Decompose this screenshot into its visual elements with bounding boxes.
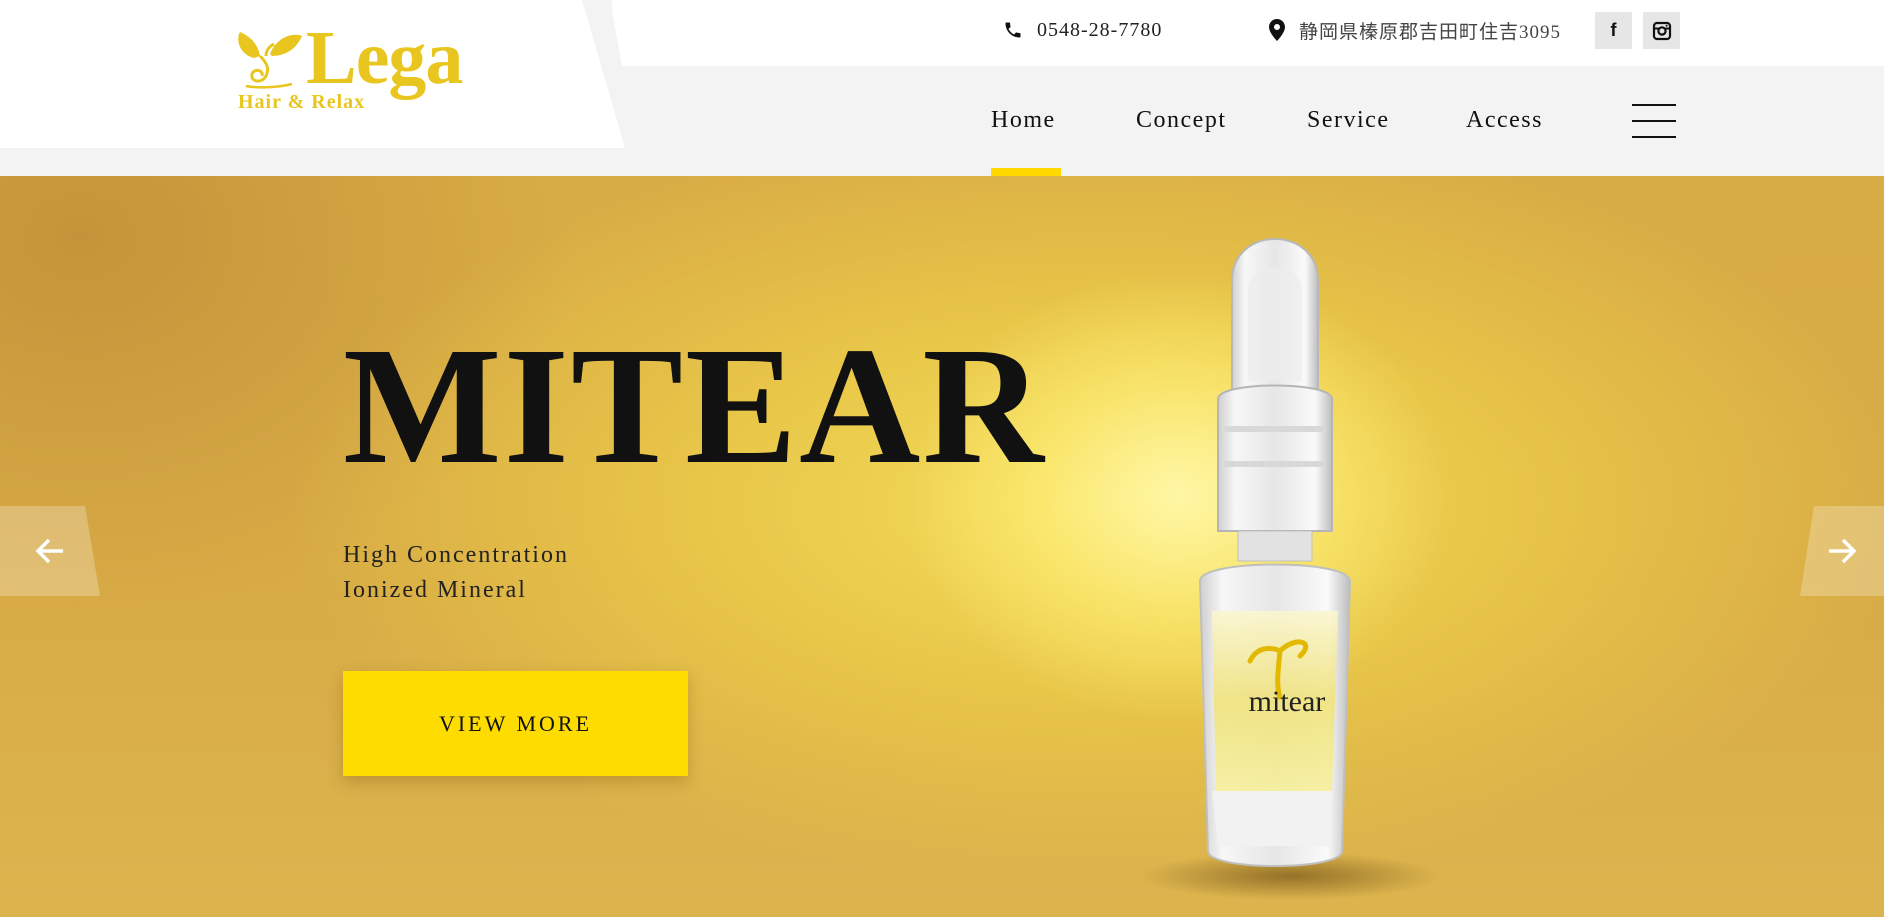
phone-number: 0548-28-7780 <box>1037 18 1163 41</box>
facebook-icon: f <box>1610 20 1617 40</box>
facebook-link[interactable]: f <box>1595 12 1632 49</box>
logo-wordmark: Lega <box>306 16 463 100</box>
logo-tagline: Hair & Relax <box>238 91 366 113</box>
hero-subtitle-line-2: Ionized Mineral <box>343 577 527 603</box>
slider-prev-button[interactable] <box>0 506 100 596</box>
hero-title: MITEAR <box>343 313 1046 499</box>
product-label: mitear <box>1249 685 1326 718</box>
map-pin-icon <box>1269 19 1285 41</box>
hero-subtitle-line-1: High Concentration <box>343 542 569 568</box>
instagram-icon <box>1652 21 1671 40</box>
phone-contact[interactable]: 0548-28-7780 <box>1003 14 1162 46</box>
nav-access[interactable]: Access <box>1466 104 1543 136</box>
hero-slider: MITEAR High Concentration Ionized Minera… <box>0 176 1884 917</box>
nav-home[interactable]: Home <box>991 104 1056 136</box>
leaf-logo-icon <box>238 32 302 89</box>
address-text: 静岡県榛原郡吉田町住吉3095 <box>1299 21 1562 43</box>
nav-active-indicator <box>991 168 1061 176</box>
hamburger-menu-icon[interactable] <box>1632 104 1676 138</box>
nav-service[interactable]: Service <box>1307 104 1389 136</box>
top-bar <box>612 0 1884 66</box>
arrow-left-icon <box>35 538 63 564</box>
product-bottle-image: mitear <box>1140 238 1440 900</box>
arrow-right-icon <box>1829 538 1857 564</box>
slider-next-button[interactable] <box>1800 506 1884 596</box>
site-logo[interactable]: Lega Hair & Relax <box>236 20 496 116</box>
view-more-button[interactable]: VIEW MORE <box>343 671 688 776</box>
instagram-link[interactable] <box>1643 12 1680 49</box>
site-header: Lega Hair & Relax 0548-28-7780 静岡県榛原郡吉田町… <box>0 0 1884 176</box>
address-contact[interactable]: 静岡県榛原郡吉田町住吉3095 <box>1269 14 1561 46</box>
nav-concept[interactable]: Concept <box>1136 104 1226 136</box>
phone-icon <box>1005 22 1021 38</box>
